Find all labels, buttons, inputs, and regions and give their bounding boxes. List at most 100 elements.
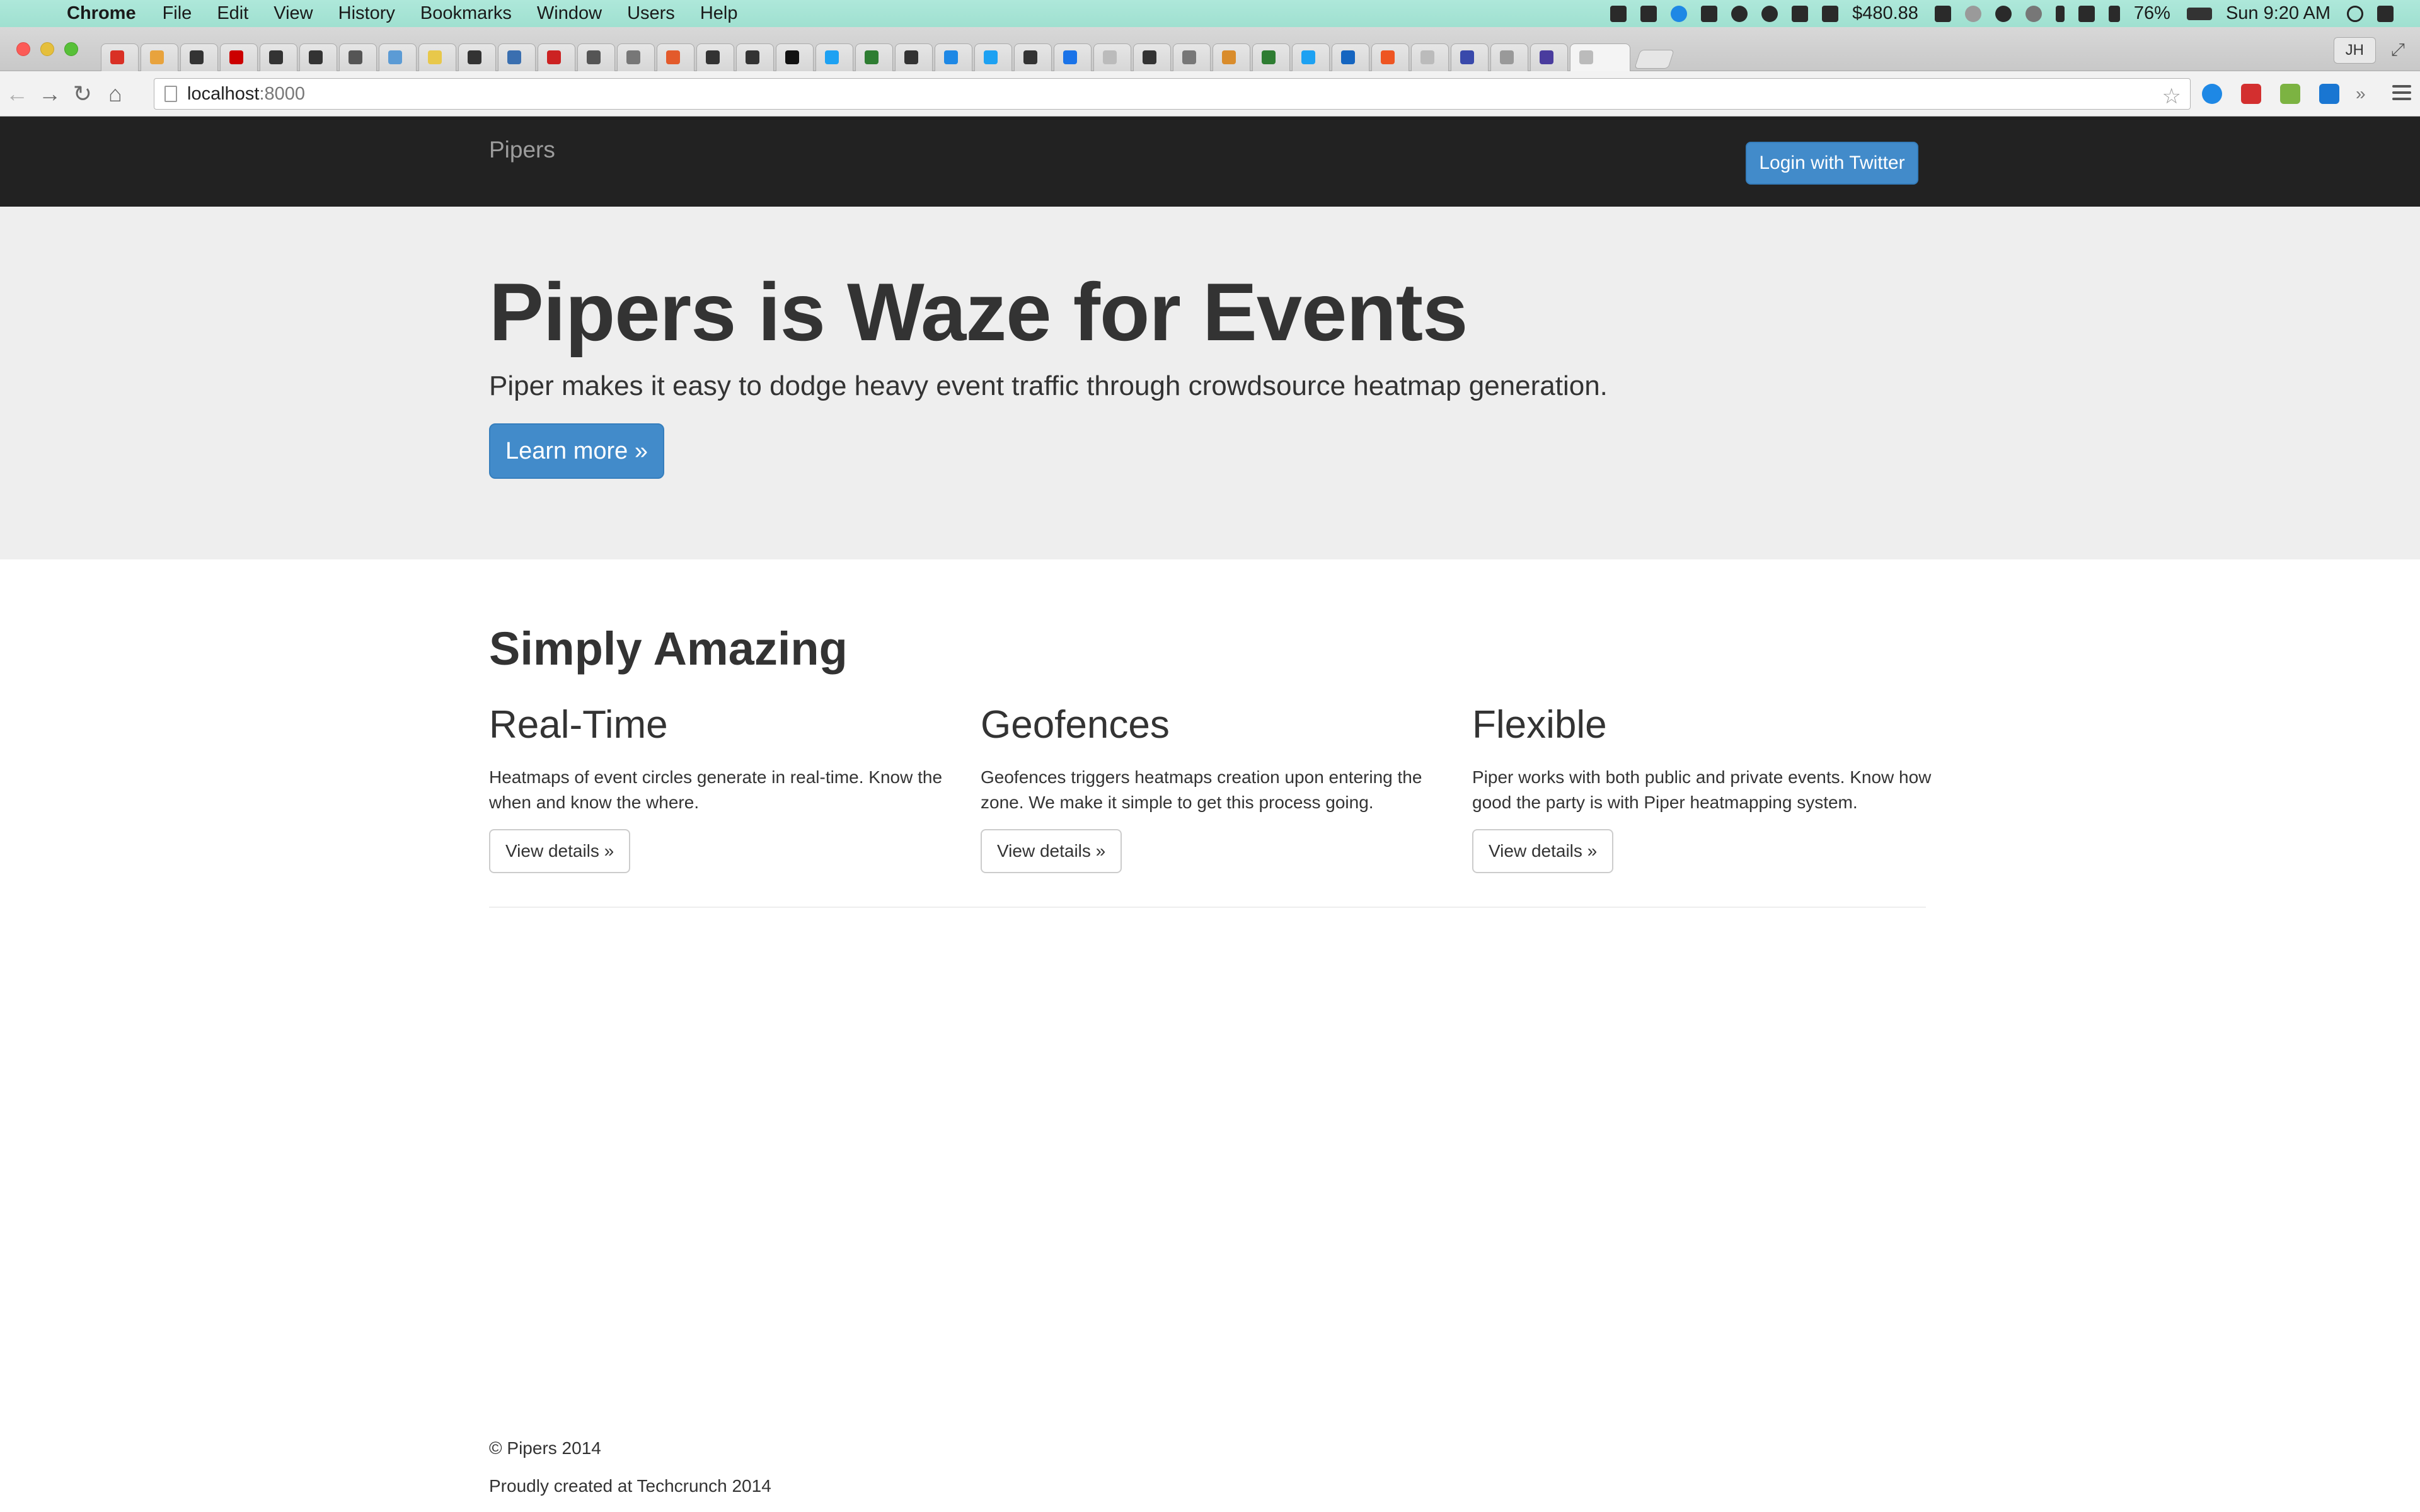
browser-tab[interactable]	[101, 43, 139, 71]
camera-icon[interactable]	[1822, 5, 1839, 22]
minimize-window-button[interactable]	[40, 42, 54, 56]
browser-tab[interactable]	[1451, 43, 1489, 71]
browser-tab[interactable]	[935, 43, 972, 71]
feature-title: Geofences	[981, 703, 1170, 747]
sync-icon[interactable]	[1671, 5, 1688, 22]
learn-more-button[interactable]: Learn more »	[489, 423, 664, 479]
site-brand[interactable]: Pipers	[489, 137, 555, 163]
browser-tab[interactable]	[1411, 43, 1449, 71]
translate-icon[interactable]	[2319, 84, 2339, 104]
browser-tab[interactable]	[974, 43, 1012, 71]
browser-tab[interactable]	[696, 43, 734, 71]
view-details-button[interactable]: View details »	[489, 829, 631, 873]
browser-tab[interactable]	[141, 43, 178, 71]
bluetooth-icon[interactable]	[2055, 5, 2065, 22]
menu-app-name[interactable]: Chrome	[67, 3, 136, 24]
spotlight-icon[interactable]	[2347, 5, 2363, 22]
reload-icon[interactable]: ↻	[67, 81, 98, 107]
browser-tab[interactable]	[1173, 43, 1211, 71]
browser-tab[interactable]	[1332, 43, 1369, 71]
menu-window[interactable]: Window	[537, 3, 602, 24]
chrome-menu-icon[interactable]	[2392, 85, 2411, 104]
flash-icon[interactable]	[1610, 5, 1627, 22]
menu-history[interactable]: History	[338, 3, 395, 24]
forward-arrow-icon[interactable]: →	[34, 81, 66, 107]
view-details-button[interactable]: View details »	[981, 829, 1122, 873]
dropbox-icon[interactable]	[1640, 5, 1657, 22]
volume-icon[interactable]	[2108, 5, 2120, 22]
browser-tab[interactable]	[339, 43, 377, 71]
profile-button[interactable]: JH	[2333, 37, 2376, 64]
browser-tab[interactable]	[815, 43, 853, 71]
menu-bookmarks[interactable]: Bookmarks	[420, 3, 512, 24]
menu-file[interactable]: File	[163, 3, 192, 24]
browser-tab[interactable]	[299, 43, 337, 71]
browser-tab[interactable]	[220, 43, 258, 71]
browser-tab[interactable]	[1490, 43, 1528, 71]
feature-text: Heatmaps of event circles generate in re…	[489, 767, 943, 812]
new-tab-button[interactable]	[1634, 50, 1674, 69]
browser-tab[interactable]	[379, 43, 417, 71]
browser-tab[interactable]	[1133, 43, 1171, 71]
page-viewport: Pipers Login with Twitter Pipers is Waze…	[0, 117, 2420, 1512]
browser-tab[interactable]	[260, 43, 297, 71]
fullscreen-icon[interactable]: ⤢	[2391, 40, 2405, 60]
bookmark-star-icon[interactable]: ☆	[2162, 84, 2181, 109]
menu-edit[interactable]: Edit	[217, 3, 248, 24]
browser-tab[interactable]	[617, 43, 655, 71]
browser-tab[interactable]	[1292, 43, 1330, 71]
hat-icon[interactable]	[1731, 5, 1748, 22]
favicon-icon	[309, 50, 323, 64]
back-arrow-icon[interactable]: ←	[1, 81, 33, 107]
close-window-button[interactable]	[16, 42, 30, 56]
browser-tab[interactable]	[1213, 43, 1250, 71]
login-with-twitter-button[interactable]: Login with Twitter	[1746, 142, 1918, 185]
wifi-icon[interactable]	[2078, 5, 2095, 22]
menu-help[interactable]: Help	[700, 3, 738, 24]
zoom-window-button[interactable]	[64, 42, 78, 56]
bitcoin-price[interactable]: $480.88	[1852, 3, 1918, 24]
notification-center-icon[interactable]	[2377, 5, 2394, 22]
browser-tab[interactable]	[458, 43, 496, 71]
browser-tab[interactable]	[418, 43, 456, 71]
extension-green-icon[interactable]	[2280, 84, 2300, 104]
menu-users[interactable]: Users	[627, 3, 675, 24]
browser-tab[interactable]	[1371, 43, 1409, 71]
triangle-icon[interactable]	[1701, 5, 1718, 22]
browser-tab[interactable]	[1054, 43, 1092, 71]
url-text[interactable]: localhost:8000	[187, 84, 305, 105]
menubar-clock[interactable]: Sun 9:20 AM	[2226, 3, 2331, 24]
browser-tab[interactable]	[538, 43, 575, 71]
browser-tab[interactable]	[736, 43, 774, 71]
address-bar[interactable]: localhost:8000 ☆	[154, 78, 2191, 110]
browser-tab[interactable]	[776, 43, 814, 71]
airplay-icon[interactable]	[1934, 5, 1951, 22]
evernote-icon[interactable]	[1792, 5, 1809, 22]
extension-blue-icon[interactable]	[2202, 84, 2222, 104]
overflow-chevron-icon[interactable]: »	[2356, 84, 2368, 104]
extension-red-icon[interactable]	[2241, 84, 2261, 104]
time-machine-icon[interactable]	[2025, 5, 2042, 22]
menubar-status-area: $480.88 76% Sun 9:20 AM	[1610, 3, 2407, 24]
favicon-icon	[150, 50, 164, 64]
browser-tab[interactable]	[657, 43, 694, 71]
browser-tab[interactable]	[895, 43, 933, 71]
view-details-button[interactable]: View details »	[1472, 829, 1614, 873]
favicon-icon	[706, 50, 720, 64]
browser-tab[interactable]	[577, 43, 615, 71]
battery-icon[interactable]	[2186, 7, 2212, 20]
browser-tab-active[interactable]	[1570, 43, 1630, 71]
browser-tab[interactable]	[1252, 43, 1290, 71]
browser-tab[interactable]	[180, 43, 218, 71]
browser-tab[interactable]	[855, 43, 893, 71]
menu-view[interactable]: View	[274, 3, 313, 24]
browser-tab[interactable]	[1093, 43, 1131, 71]
creative-cloud-icon[interactable]	[1995, 5, 2012, 22]
home-icon[interactable]: ⌂	[100, 81, 131, 107]
cloud-icon[interactable]	[1761, 5, 1778, 22]
notification-icon[interactable]	[1964, 5, 1981, 22]
browser-tab[interactable]	[498, 43, 536, 71]
battery-percent[interactable]: 76%	[2134, 3, 2170, 24]
browser-tab[interactable]	[1530, 43, 1568, 71]
browser-tab[interactable]	[1014, 43, 1052, 71]
